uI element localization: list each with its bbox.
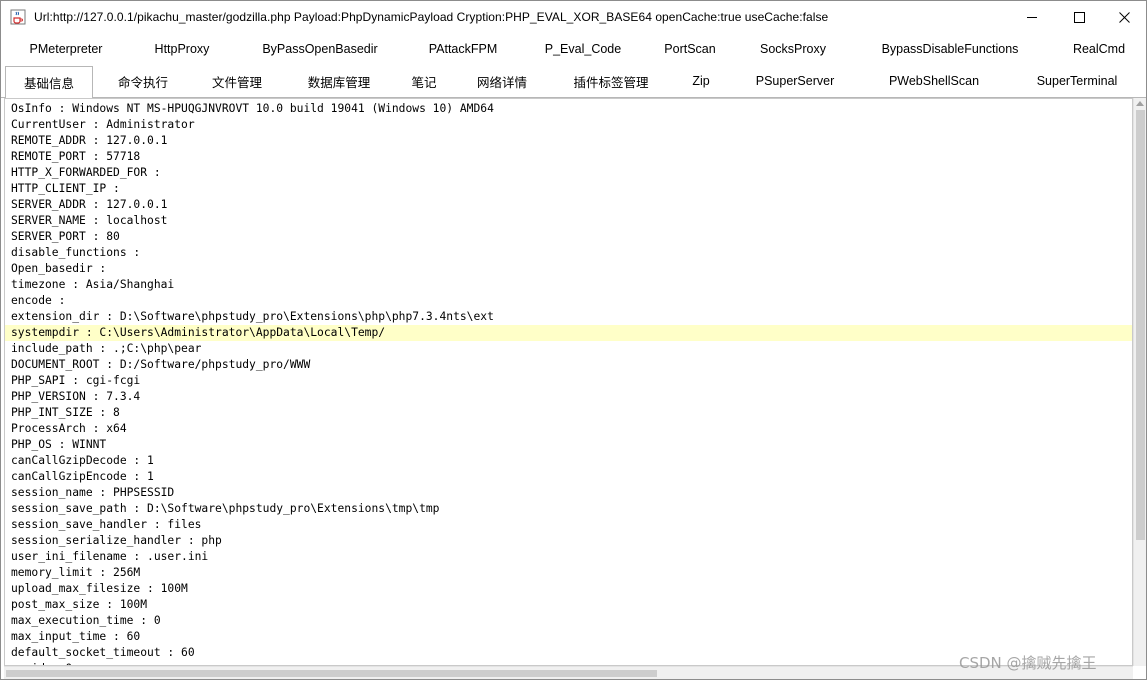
tab-bypassopenbasedir[interactable]: ByPassOpenBasedir [241, 33, 399, 65]
info-line: HTTP_CLIENT_IP : [11, 182, 120, 195]
watermark: CSDN @擒贼先擒王 [959, 654, 1097, 672]
info-line: memory_limit : 256M [11, 566, 141, 579]
info-line: ProcessArch : x64 [11, 422, 127, 435]
tab-command-exec[interactable]: 命令执行 [95, 65, 191, 97]
minimize-icon [1026, 12, 1038, 23]
tab-portscan[interactable]: PortScan [641, 33, 739, 65]
tab-file-manager[interactable]: 文件管理 [191, 65, 283, 97]
info-line: max_input_time : 60 [11, 630, 141, 643]
info-line: session_serialize_handler : php [11, 534, 222, 547]
tab-pattackfpm[interactable]: PAttackFPM [403, 33, 523, 65]
info-line: SERVER_NAME : localhost [11, 214, 168, 227]
info-line: SERVER_PORT : 80 [11, 230, 120, 243]
title-bar[interactable]: Url:http://127.0.0.1/pikachu_master/godz… [1, 1, 1146, 33]
vertical-scroll-thumb[interactable] [1136, 110, 1145, 540]
close-icon [1118, 11, 1130, 23]
info-line: OsInfo : Windows NT MS-HPUQGJNVROVT 10.0… [11, 102, 494, 115]
tab-realcmd[interactable]: RealCmd [1055, 33, 1143, 65]
info-line: extension_dir : D:\Software\phpstudy_pro… [11, 310, 494, 323]
info-line: PHP_VERSION : 7.3.4 [11, 390, 141, 403]
info-line: user_ini_filename : .user.ini [11, 550, 209, 563]
vertical-scrollbar[interactable] [1133, 98, 1146, 666]
tab-pwebshellscan[interactable]: PWebShellScan [861, 65, 1007, 97]
tab-httpproxy[interactable]: HttpProxy [125, 33, 239, 65]
tab-network-details[interactable]: 网络详情 [455, 65, 549, 97]
tab-p-eval-code[interactable]: P_Eval_Code [527, 33, 639, 65]
main-tab-row: 基础信息 命令执行 文件管理 数据库管理 笔记 网络详情 插件标签管理 Zip … [1, 65, 1146, 98]
info-line: timezone : Asia/Shanghai [11, 278, 175, 291]
info-line: max_execution_time : 0 [11, 614, 161, 627]
horizontal-scroll-thumb[interactable] [6, 670, 657, 677]
info-line: PHP_INT_SIZE : 8 [11, 406, 120, 419]
info-line: SERVER_ADDR : 127.0.0.1 [11, 198, 168, 211]
tab-zip[interactable]: Zip [673, 65, 729, 97]
java-coffee-cup-icon [10, 9, 26, 25]
info-line: REMOTE_ADDR : 127.0.0.1 [11, 134, 168, 147]
scroll-up-arrow-icon[interactable] [1136, 101, 1144, 106]
tab-basic-info[interactable]: 基础信息 [5, 66, 93, 98]
plugin-tab-row: PMeterpreter HttpProxy ByPassOpenBasedir… [1, 33, 1146, 65]
info-line: upload_max_filesize : 100M [11, 582, 188, 595]
info-line: include_path : .;C:\php\pear [11, 342, 202, 355]
close-button[interactable] [1101, 1, 1146, 33]
info-lines: OsInfo : Windows NT MS-HPUQGJNVROVT 10.0… [5, 101, 1132, 665]
tab-superterminal[interactable]: SuperTerminal [1009, 65, 1145, 97]
tab-pmeterpreter[interactable]: PMeterpreter [9, 33, 123, 65]
basic-info-text-area[interactable]: OsInfo : Windows NT MS-HPUQGJNVROVT 10.0… [4, 98, 1133, 666]
info-line: session_save_handler : files [11, 518, 202, 531]
tab-notes[interactable]: 笔记 [395, 65, 453, 97]
info-line: post_max_size : 100M [11, 598, 148, 611]
info-line: DOCUMENT_ROOT : D:/Software/phpstudy_pro… [11, 358, 311, 371]
minimize-button[interactable] [1009, 1, 1055, 33]
main-window: Url:http://127.0.0.1/pikachu_master/godz… [0, 0, 1147, 680]
maximize-button[interactable] [1056, 1, 1102, 33]
maximize-icon [1073, 11, 1085, 23]
info-line: systempdir : C:\Users\Administrator\AppD… [5, 325, 1132, 341]
info-line: HTTP_X_FORWARDED_FOR : [11, 166, 161, 179]
info-line: REMOTE_PORT : 57718 [11, 150, 141, 163]
info-line: disable_functions : [11, 246, 141, 259]
info-line: PHP_OS : WINNT [11, 438, 107, 451]
info-line: CurrentUser : Administrator [11, 118, 195, 131]
info-line: canCallGzipEncode : 1 [11, 470, 154, 483]
info-line: encode : [11, 294, 66, 307]
tab-bypassdisablefunctions[interactable]: BypassDisableFunctions [847, 33, 1053, 65]
info-line: canCallGzipDecode : 1 [11, 454, 154, 467]
info-line: session_save_path : D:\Software\phpstudy… [11, 502, 440, 515]
tab-database-manager[interactable]: 数据库管理 [285, 65, 393, 97]
tab-psuperserver[interactable]: PSuperServer [731, 65, 859, 97]
tab-plugin-tag-manager[interactable]: 插件标签管理 [551, 65, 671, 97]
info-line: Open_basedir : [11, 262, 107, 275]
info-line: PHP_SAPI : cgi-fcgi [11, 374, 141, 387]
window-title: Url:http://127.0.0.1/pikachu_master/godz… [34, 10, 829, 24]
info-line: session_name : PHPSESSID [11, 486, 175, 499]
tab-socksproxy[interactable]: SocksProxy [741, 33, 845, 65]
